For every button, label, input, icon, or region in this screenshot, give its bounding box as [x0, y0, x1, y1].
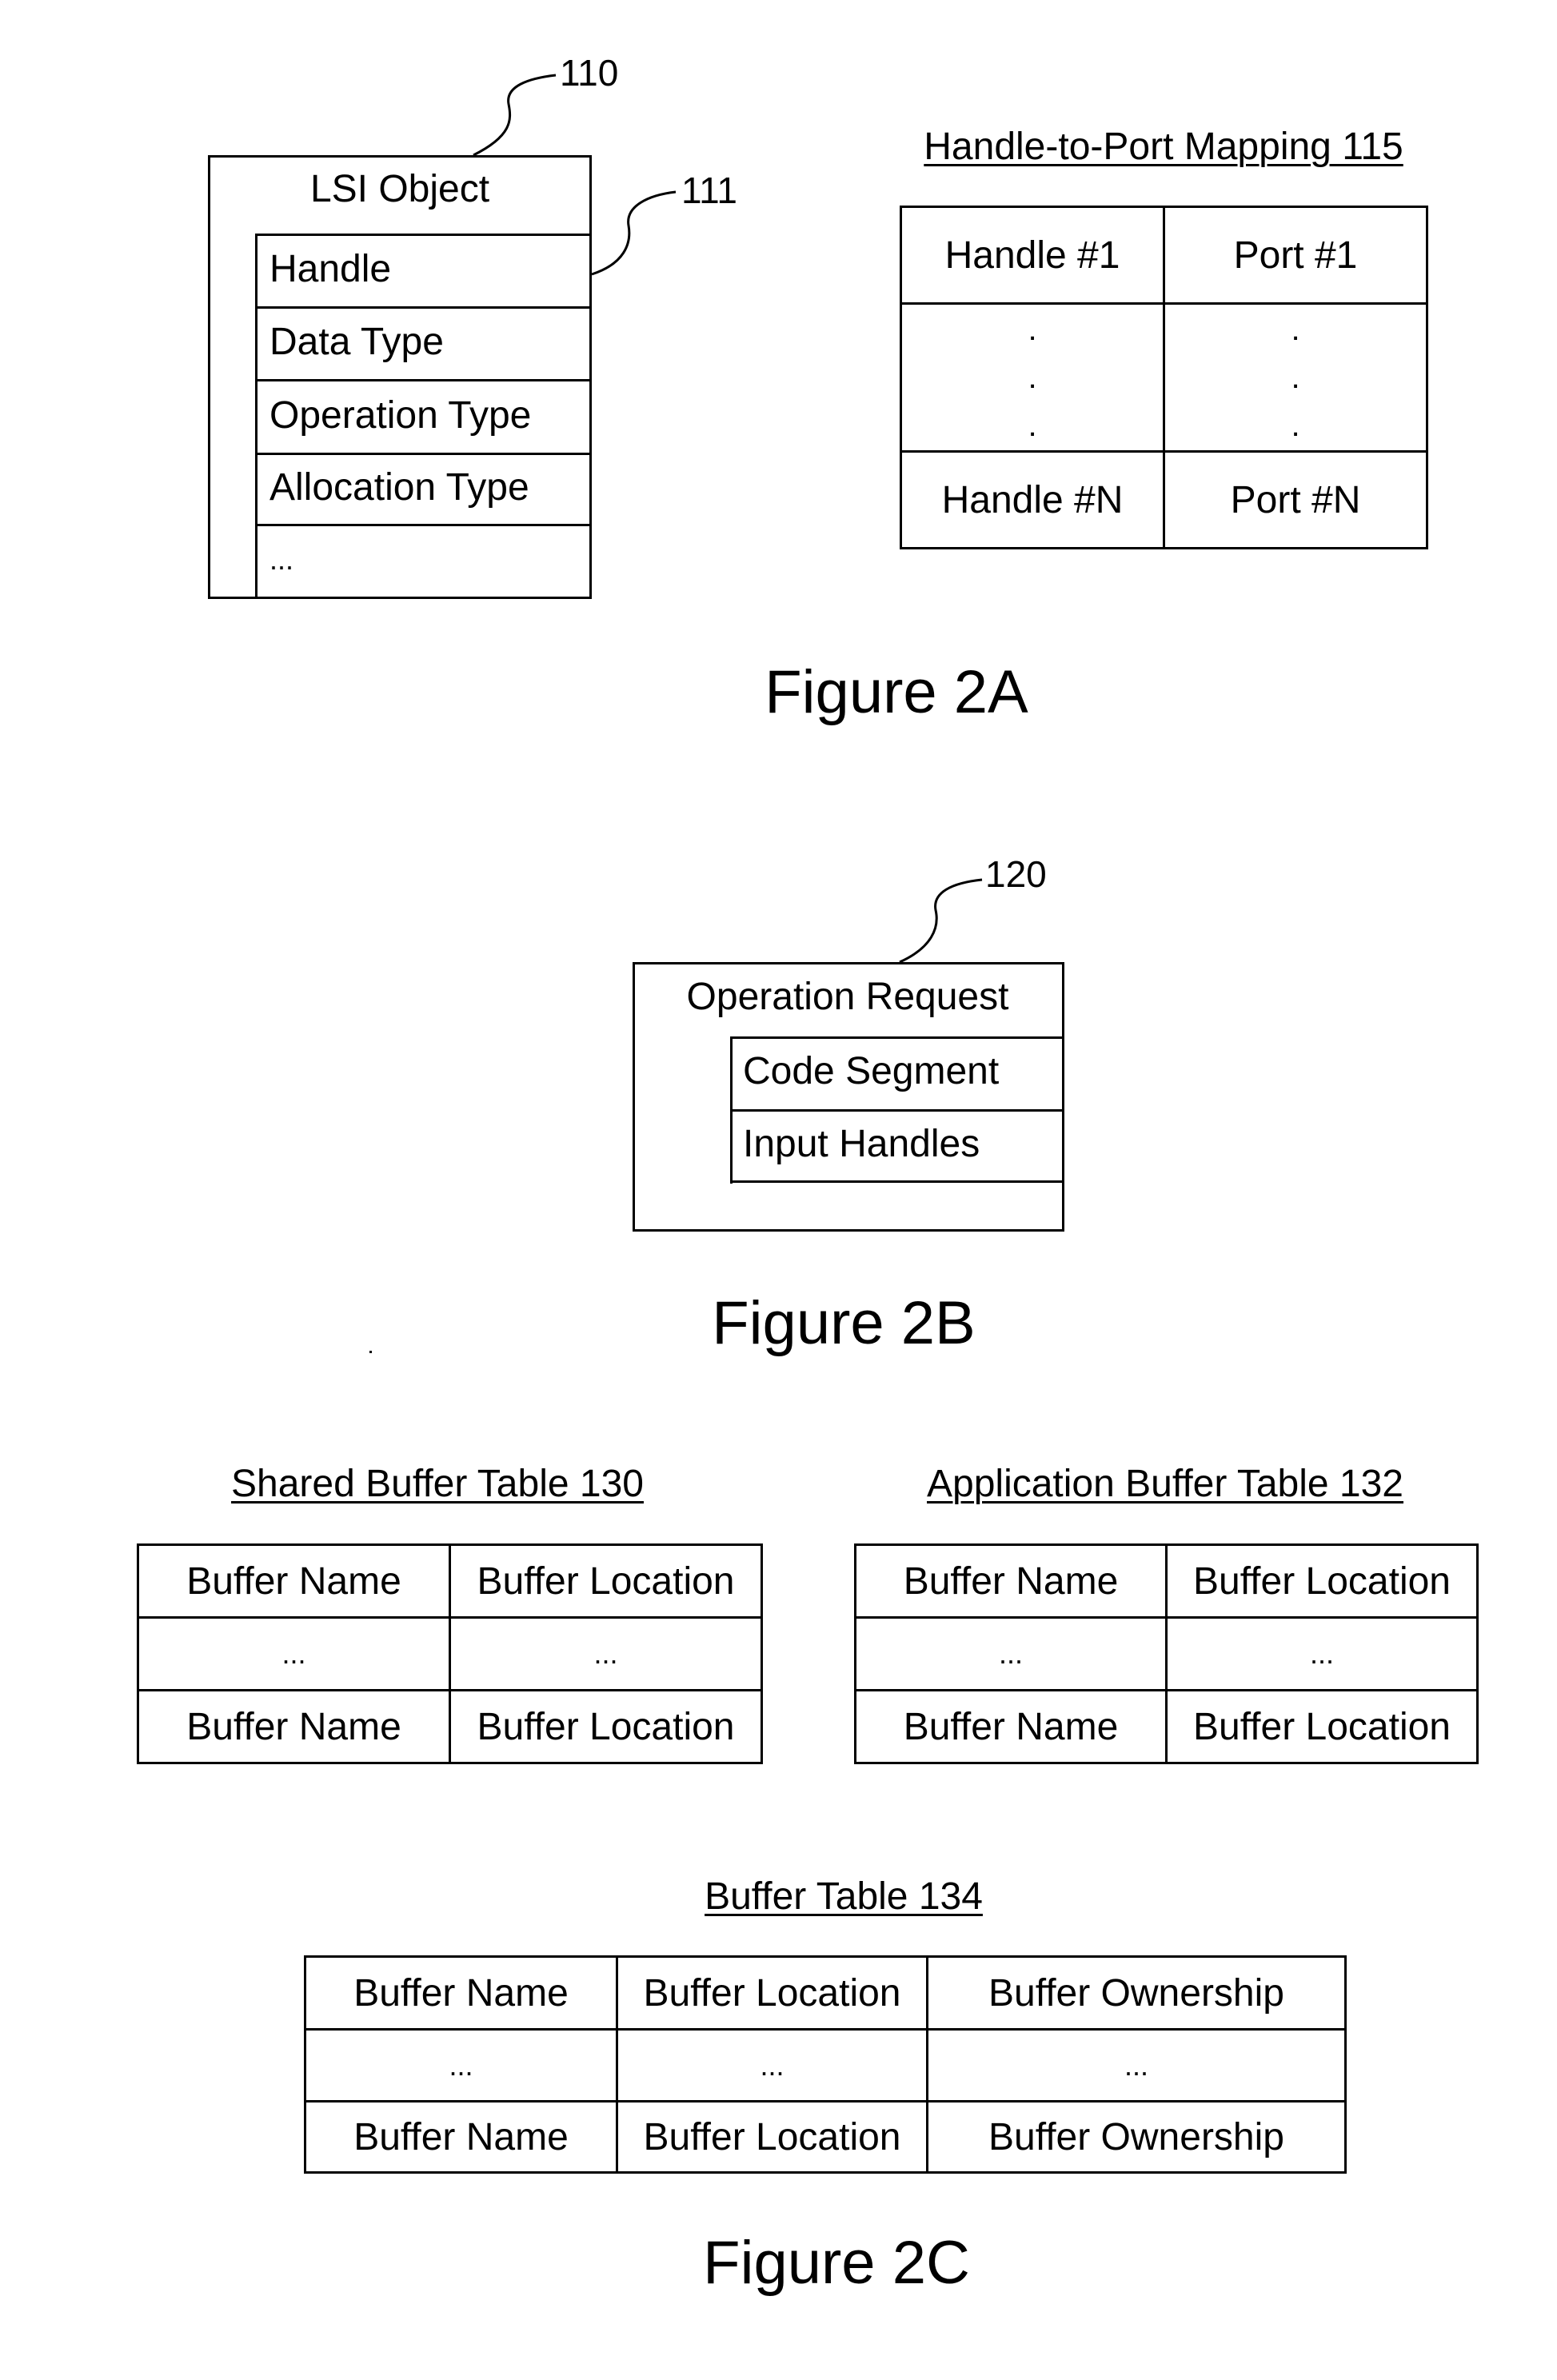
buffer-table: Buffer Name Buffer Location Buffer Owner…	[304, 1955, 1347, 2174]
table-cell: Buffer Ownership	[926, 1955, 1347, 2031]
buffer-table-title: Buffer Table 134	[705, 1875, 983, 1918]
operation-request-title: Operation Request	[686, 976, 1009, 1018]
table-cell: Buffer Name	[854, 1543, 1168, 1619]
reference-label-120: 120	[985, 853, 1047, 895]
table-row: ... ...	[137, 1616, 763, 1691]
ellipsis-dot: .	[1291, 408, 1300, 443]
lsi-field-column-border	[255, 234, 258, 599]
reference-label-110: 110	[560, 52, 619, 94]
table-cell: Port #N	[1163, 450, 1428, 549]
table-row: Buffer Name Buffer Location	[854, 1543, 1479, 1619]
leader-line-120	[899, 878, 983, 964]
ellipsis-dot: .	[1291, 312, 1300, 347]
operation-request-field-divider	[730, 1180, 1064, 1183]
figure-2a-caption: Figure 2A	[765, 658, 1028, 726]
table-cell: Buffer Name	[854, 1689, 1168, 1764]
table-cell: Buffer Name	[304, 1955, 618, 2031]
table-row: . . . . . .	[900, 302, 1428, 453]
table-cell: Buffer Name	[137, 1543, 451, 1619]
reference-label-111: 111	[681, 170, 737, 211]
table-row: ... ...	[854, 1616, 1479, 1691]
table-row: Buffer Name Buffer Location	[854, 1689, 1479, 1764]
operation-request-field-divider	[730, 1109, 1064, 1112]
table-cell: Port #1	[1163, 206, 1428, 305]
lsi-field-operation-type: Operation Type	[269, 394, 532, 437]
table-cell: Buffer Name	[304, 2100, 618, 2174]
table-cell: ...	[449, 1616, 763, 1691]
table-cell: Buffer Ownership	[926, 2100, 1347, 2174]
table-cell: Buffer Location	[449, 1689, 763, 1764]
ellipsis-dot: .	[1028, 408, 1037, 443]
table-row: Buffer Name Buffer Location	[137, 1689, 763, 1764]
table-cell: Buffer Location	[616, 2100, 928, 2174]
lsi-field-divider	[255, 453, 592, 455]
table-cell: Buffer Location	[1165, 1543, 1479, 1619]
table-cell-vertical-ellipsis: . . .	[1163, 302, 1428, 453]
table-cell: Buffer Name	[137, 1689, 451, 1764]
table-cell: ...	[854, 1616, 1168, 1691]
lsi-object-title: LSI Object	[309, 168, 490, 210]
table-cell: Buffer Location	[1165, 1689, 1479, 1764]
table-row: Buffer Name Buffer Location Buffer Owner…	[304, 1955, 1347, 2031]
lsi-field-divider	[255, 306, 592, 309]
table-cell: ...	[616, 2028, 928, 2102]
ellipsis-dot: .	[1291, 360, 1300, 395]
operation-request-field-input-handles: Input Handles	[743, 1123, 980, 1165]
table-cell: Buffer Location	[616, 1955, 928, 2031]
handle-to-port-mapping-title: Handle-to-Port Mapping 115	[924, 126, 1403, 168]
table-row: Buffer Name Buffer Location	[137, 1543, 763, 1619]
application-buffer-table: Buffer Name Buffer Location ... ... Buff…	[854, 1543, 1479, 1764]
table-row: Handle #N Port #N	[900, 450, 1428, 549]
table-cell-vertical-ellipsis: . . .	[900, 302, 1165, 453]
ellipsis-dot: .	[1028, 360, 1037, 395]
lsi-field-divider	[255, 379, 592, 381]
lsi-field-data-type: Data Type	[269, 321, 444, 363]
table-cell: ...	[1165, 1616, 1479, 1691]
table-cell: ...	[926, 2028, 1347, 2102]
application-buffer-table-title: Application Buffer Table 132	[927, 1463, 1403, 1505]
table-cell: Buffer Location	[449, 1543, 763, 1619]
table-row: ... ... ...	[304, 2028, 1347, 2102]
shared-buffer-table-title: Shared Buffer Table 130	[231, 1463, 644, 1505]
operation-request-field-divider	[730, 1036, 1064, 1039]
table-cell: Handle #N	[900, 450, 1165, 549]
table-row: Buffer Name Buffer Location Buffer Owner…	[304, 2100, 1347, 2174]
shared-buffer-table: Buffer Name Buffer Location ... ... Buff…	[137, 1543, 763, 1764]
scan-artifact-dot	[369, 1351, 372, 1353]
table-row: Handle #1 Port #1	[900, 206, 1428, 305]
table-cell: Handle #1	[900, 206, 1165, 305]
handle-to-port-mapping-table: Handle #1 Port #1 . . . . . . Handle #N …	[900, 206, 1428, 549]
lsi-field-handle: Handle	[269, 248, 392, 290]
figure-2c-caption: Figure 2C	[703, 2229, 970, 2297]
lsi-field-allocation-type: Allocation Type	[269, 466, 529, 509]
lsi-field-divider	[255, 524, 592, 526]
operation-request-field-code-segment: Code Segment	[743, 1050, 1000, 1092]
lsi-field-divider	[255, 234, 592, 236]
table-cell: ...	[137, 1616, 451, 1691]
lsi-object-box	[208, 155, 592, 599]
table-cell: ...	[304, 2028, 618, 2102]
lsi-field-ellipsis: ...	[269, 543, 294, 576]
figure-2b-caption: Figure 2B	[712, 1289, 976, 1357]
ellipsis-dot: .	[1028, 312, 1037, 347]
